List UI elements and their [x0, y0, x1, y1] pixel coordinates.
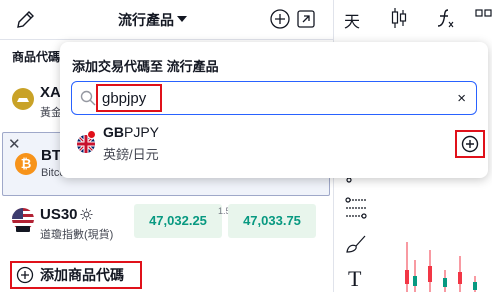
add-circle-icon[interactable]	[269, 8, 291, 30]
symbol-column-header: 商品代碼	[12, 50, 61, 64]
add-result-highlight-box	[455, 130, 485, 158]
watchlist-header: 流行產品	[0, 0, 333, 40]
search-box[interactable]: ×	[71, 81, 477, 115]
candles-icon[interactable]	[390, 7, 408, 29]
sun-icon	[80, 208, 93, 221]
chevron-down-icon[interactable]	[177, 16, 187, 22]
add-symbol-dialog: 添加交易代碼至 流行產品 × GBPJPY 英鎊/日元	[60, 42, 488, 178]
search-input[interactable]	[102, 88, 158, 108]
result-symbol: GBPJPY	[103, 124, 159, 140]
gold-icon	[12, 88, 34, 110]
result-symbol-rest: PJPY	[124, 124, 160, 140]
text-tool-button[interactable]: T	[348, 266, 361, 292]
result-description: 英鎊/日元	[103, 147, 159, 162]
add-circle-icon[interactable]	[461, 135, 479, 153]
add-symbol-button[interactable]: 添加商品代碼	[10, 261, 142, 289]
interval-button[interactable]: 天	[344, 8, 360, 32]
watchlist-title[interactable]: 流行產品	[118, 10, 174, 30]
symbol-name: XA	[40, 84, 61, 101]
ask-price[interactable]: 47,033.75	[228, 204, 316, 238]
symbol-description: 黃金	[40, 107, 62, 119]
indicators-icon[interactable]	[436, 7, 456, 29]
grid-icon[interactable]	[474, 8, 492, 28]
search-result-item[interactable]: GBPJPY 英鎊/日元	[60, 120, 488, 168]
result-symbol-match: GB	[103, 124, 124, 140]
watchlist-row[interactable]: US30 道瓊指數(現貨) 47,032.25 1.5 47,033.75	[0, 196, 333, 260]
search-icon	[80, 90, 96, 106]
fib-retracement-icon[interactable]	[344, 196, 368, 220]
add-symbol-label: 添加商品代碼	[40, 267, 124, 283]
open-external-icon[interactable]	[296, 9, 316, 29]
index-tag-icon	[16, 226, 30, 232]
symbol-name: US30	[40, 206, 78, 223]
add-circle-icon	[16, 266, 34, 284]
clear-icon[interactable]: ×	[457, 91, 466, 107]
bitcoin-icon: ₿	[15, 153, 37, 175]
close-icon[interactable]: ✕	[8, 135, 21, 153]
pencil-icon[interactable]	[14, 9, 36, 31]
jp-flag-dot-icon	[87, 130, 96, 139]
brush-icon[interactable]	[344, 232, 368, 256]
chart-candles	[405, 242, 477, 292]
dialog-title: 添加交易代碼至 流行產品	[72, 59, 219, 74]
symbol-description: 道瓊指數(現貨)	[40, 229, 114, 241]
bid-price[interactable]: 47,032.25	[134, 204, 222, 238]
